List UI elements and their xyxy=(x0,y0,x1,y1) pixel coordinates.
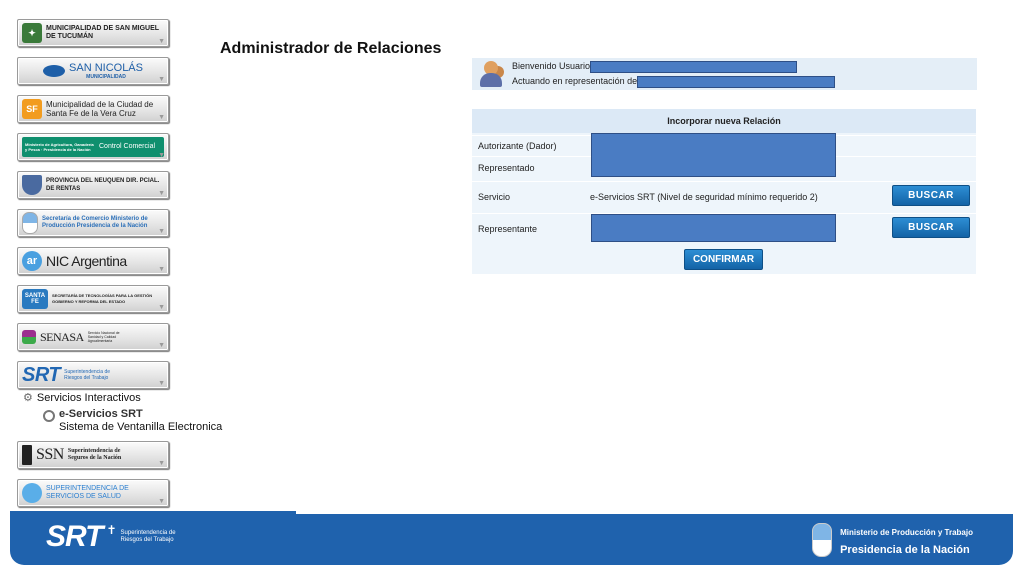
sidebar-item-label: MUNICIPALIDAD DE SAN MIGUEL DE TUCUMÁN xyxy=(46,25,159,40)
footer-ministry: Ministerio de Producción y Trabajo Presi… xyxy=(812,522,973,558)
autorizante-representado-field[interactable] xyxy=(591,133,836,177)
sidebar-item-sss[interactable]: SUPERINTENDENCIA DE SERVICIOS DE SALUD ▼ xyxy=(17,479,169,507)
footer-bar: SRT ✝ Superintendencia de Riesgos del Tr… xyxy=(10,514,1013,565)
sss-logo-icon xyxy=(22,483,42,503)
wave-logo-icon xyxy=(43,65,66,77)
sidebar-item-label: PROVINCIA DEL NEUQUEN DIR. PCIAL. DE REN… xyxy=(46,178,160,192)
tree-child-subtitle: Sistema de Ventanilla Electronica xyxy=(59,421,223,433)
sidebar-item-sublabel: Servicio Nacional de Sanidad y Calidad A… xyxy=(87,331,120,343)
buscar-servicio-button[interactable]: BUSCAR xyxy=(892,185,970,206)
sidebar-item-tucuman[interactable]: ✦ MUNICIPALIDAD DE SAN MIGUEL DE TUCUMÁN… xyxy=(17,19,169,47)
tree-root[interactable]: ⚙ Servicios Interactivos xyxy=(23,391,253,405)
footer-srt-mark: SRT xyxy=(46,520,103,553)
sidebar-item-senasa[interactable]: SENASA Servicio Nacional de Sanidad y Ca… xyxy=(17,323,169,351)
representante-label: Representante xyxy=(478,224,538,234)
welcome-panel: Bienvenido Usuario Actuando en represent… xyxy=(472,58,977,90)
sidebar-item-label: Municipalidad de la Ciudad de Santa Fe d… xyxy=(46,100,154,118)
sidebar-item-label: Secretaría de Comercio Ministerio de Pro… xyxy=(42,216,148,229)
services-tree: ⚙ Servicios Interactivos e-Servicios SRT… xyxy=(23,391,253,434)
coat-of-arms-icon: ✦ xyxy=(22,23,42,43)
chevron-down-icon: ▼ xyxy=(158,152,165,159)
servicio-label: Servicio xyxy=(478,192,511,202)
sidebar-item-neuquen[interactable]: PROVINCIA DEL NEUQUEN DIR. PCIAL. DE REN… xyxy=(17,171,169,199)
footer-srt-sub: Superintendencia de Riesgos del Trabajo xyxy=(120,530,176,543)
sidebar-item-ssn[interactable]: SSN Superintendencia de Seguros de la Na… xyxy=(17,441,169,469)
form-header: Incorporar nueva Relación xyxy=(472,109,976,133)
sidebar-item-label: SECRETARÍA DE TECNOLOGÍAS PARA LA GESTIÓ… xyxy=(52,293,153,304)
tree-root-label: Servicios Interactivos xyxy=(36,391,141,404)
santa-fe-logo-icon: SANTA FE xyxy=(22,289,48,309)
sidebar-item-label: SSN xyxy=(36,446,64,463)
welcome-user-label: Bienvenido Usuario xyxy=(512,61,591,71)
sidebar-item-sublabel: MUNICIPALIDAD xyxy=(86,73,126,80)
cross-icon: ✝ xyxy=(106,523,117,537)
escudo-icon xyxy=(22,212,38,234)
sf-logo-icon: SF xyxy=(22,99,42,119)
chevron-down-icon: ▼ xyxy=(158,498,165,505)
new-relation-form: Incorporar nueva Relación Autorizante (D… xyxy=(472,109,976,274)
gear-icon: ⚙ xyxy=(23,392,33,404)
autorizante-label: Autorizante (Dador) xyxy=(478,141,557,151)
sidebar-item-sublabel: Ministerio de Agricultura, Ganadería y P… xyxy=(25,142,94,152)
users-icon xyxy=(472,58,512,90)
chevron-down-icon: ▼ xyxy=(158,380,165,387)
tree-child-title: e-Servicios SRT xyxy=(59,408,143,420)
sidebar-item-label: Control Comercial xyxy=(99,143,156,150)
neuquen-shield-icon xyxy=(22,175,42,195)
chevron-down-icon: ▼ xyxy=(158,304,165,311)
sidebar-item-secretaria-comercio[interactable]: Secretaría de Comercio Ministerio de Pro… xyxy=(17,209,169,237)
sidebar-item-santa-fe-ciudad[interactable]: SF Municipalidad de la Ciudad de Santa F… xyxy=(17,95,169,123)
sidebar-item-control-comercial[interactable]: Ministerio de Agricultura, Ganadería y P… xyxy=(17,133,169,161)
sidebar-item-nic-argentina[interactable]: ar NIC Argentina ▼ xyxy=(17,247,169,275)
sidebar-item-label: SAN NICOLÁS xyxy=(69,61,143,74)
sidebar-item-label: NIC Argentina xyxy=(46,253,127,269)
sidebar-item-srt[interactable]: SRT Superintendencia de Riesgos del Trab… xyxy=(17,361,169,389)
redacted-user xyxy=(590,60,798,73)
chevron-down-icon: ▼ xyxy=(158,266,165,273)
footer-srt-logo: SRT ✝ Superintendencia de Riesgos del Tr… xyxy=(46,520,181,554)
senasa-logo-icon xyxy=(22,330,36,344)
sidebar-item-sublabel: Superintendencia de Riesgos del Trabajo xyxy=(64,369,111,381)
sidebar-item-label: SENASA xyxy=(40,330,84,344)
ministry-logo-icon: Ministerio de Agricultura, Ganadería y P… xyxy=(22,137,164,157)
chevron-down-icon: ▼ xyxy=(158,114,165,121)
ssn-logo-icon xyxy=(22,445,32,465)
chevron-down-icon: ▼ xyxy=(158,460,165,467)
redacted-representation xyxy=(637,75,836,88)
tree-child-e-servicios[interactable]: e-Servicios SRT Sistema de Ventanilla El… xyxy=(43,408,253,434)
buscar-representante-button[interactable]: BUSCAR xyxy=(892,217,970,238)
escudo-icon xyxy=(812,523,833,557)
servicio-value: e-Servicios SRT (Nivel de seguridad míni… xyxy=(590,192,818,202)
sidebar-item-santa-fe-tecnologias[interactable]: SANTA FE SECRETARÍA DE TECNOLOGÍAS PARA … xyxy=(17,285,169,313)
welcome-represent-label: Actuando en representación de xyxy=(512,76,638,86)
chevron-down-icon: ▼ xyxy=(158,342,165,349)
nic-logo-icon: ar xyxy=(22,251,42,271)
footer-ministry-line1: Ministerio de Producción y Trabajo xyxy=(840,528,973,537)
confirmar-button[interactable]: CONFIRMAR xyxy=(684,249,763,270)
chevron-down-icon: ▼ xyxy=(158,190,165,197)
sidebar-item-sublabel: Superintendencia de Seguros de la Nación xyxy=(67,448,122,461)
sidebar-item-san-nicolas[interactable]: SAN NICOLÁS MUNICIPALIDAD ▼ xyxy=(17,57,169,85)
cog-icon xyxy=(43,410,55,422)
sidebar-item-label: SUPERINTENDENCIA DE SERVICIOS DE SALUD xyxy=(46,485,129,500)
chevron-down-icon: ▼ xyxy=(158,38,165,45)
chevron-down-icon: ▼ xyxy=(158,76,165,83)
srt-logo-icon: SRT xyxy=(22,364,61,386)
representado-label: Representado xyxy=(478,163,535,173)
chevron-down-icon: ▼ xyxy=(158,228,165,235)
footer-ministry-line2: Presidencia de la Nación xyxy=(840,544,970,556)
page-title: Administrador de Relaciones xyxy=(220,40,442,57)
representante-field[interactable] xyxy=(591,214,836,242)
